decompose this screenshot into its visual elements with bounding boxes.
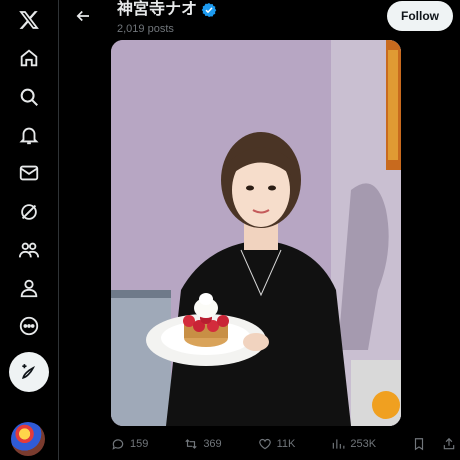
view-count: 253K bbox=[350, 438, 377, 450]
profile-title-block: 神宮寺ナオ 2,019 posts bbox=[117, 0, 217, 36]
share-icon bbox=[443, 437, 455, 450]
follow-button[interactable]: Follow bbox=[387, 1, 453, 31]
x-logo-icon[interactable] bbox=[9, 0, 49, 40]
communities-icon[interactable] bbox=[9, 230, 49, 270]
account-avatar[interactable] bbox=[11, 422, 45, 456]
more-icon[interactable] bbox=[9, 306, 49, 346]
reply-count: 159 bbox=[130, 438, 149, 450]
compose-post-icon bbox=[22, 364, 36, 379]
share-button[interactable] bbox=[442, 437, 456, 451]
posts-count: 2,019 posts bbox=[117, 23, 174, 35]
arrow-left-icon bbox=[76, 10, 89, 22]
repost-count: 369 bbox=[203, 438, 222, 450]
post-photo[interactable] bbox=[111, 40, 401, 426]
side-navigation bbox=[0, 0, 59, 460]
verified-badge-icon bbox=[201, 2, 217, 18]
secondary-actions bbox=[412, 437, 456, 451]
repost-button[interactable]: 369 bbox=[184, 437, 222, 451]
back-button[interactable] bbox=[71, 4, 95, 28]
repost-icon bbox=[185, 439, 197, 449]
views-button[interactable]: 253K bbox=[331, 437, 376, 451]
profile-icon[interactable] bbox=[9, 268, 49, 308]
messages-icon[interactable] bbox=[9, 153, 49, 193]
app-window: 神宮寺ナオ 2,019 posts Follow 159 369 11K 253… bbox=[0, 0, 460, 460]
bookmark-icon bbox=[414, 438, 424, 451]
home-icon[interactable] bbox=[9, 38, 49, 78]
notifications-icon[interactable] bbox=[9, 115, 49, 155]
profile-name-text: 神宮寺ナオ bbox=[117, 1, 198, 18]
like-button[interactable]: 11K bbox=[258, 437, 296, 451]
profile-header: 神宮寺ナオ 2,019 posts Follow bbox=[59, 0, 460, 40]
bookmark-button[interactable] bbox=[412, 437, 426, 451]
like-count: 11K bbox=[276, 438, 296, 450]
post-actions: 159 369 11K 253K bbox=[111, 432, 456, 456]
reply-button[interactable]: 159 bbox=[111, 437, 148, 451]
profile-name: 神宮寺ナオ bbox=[117, 0, 217, 20]
search-icon[interactable] bbox=[9, 77, 49, 117]
views-icon bbox=[333, 439, 345, 449]
post-detail: 神宮寺ナオ 2,019 posts Follow 159 369 11K 253… bbox=[59, 0, 460, 460]
reply-icon bbox=[112, 439, 124, 450]
grok-icon[interactable] bbox=[9, 192, 49, 232]
compose-post-button[interactable] bbox=[9, 352, 49, 392]
heart-icon bbox=[258, 438, 271, 450]
